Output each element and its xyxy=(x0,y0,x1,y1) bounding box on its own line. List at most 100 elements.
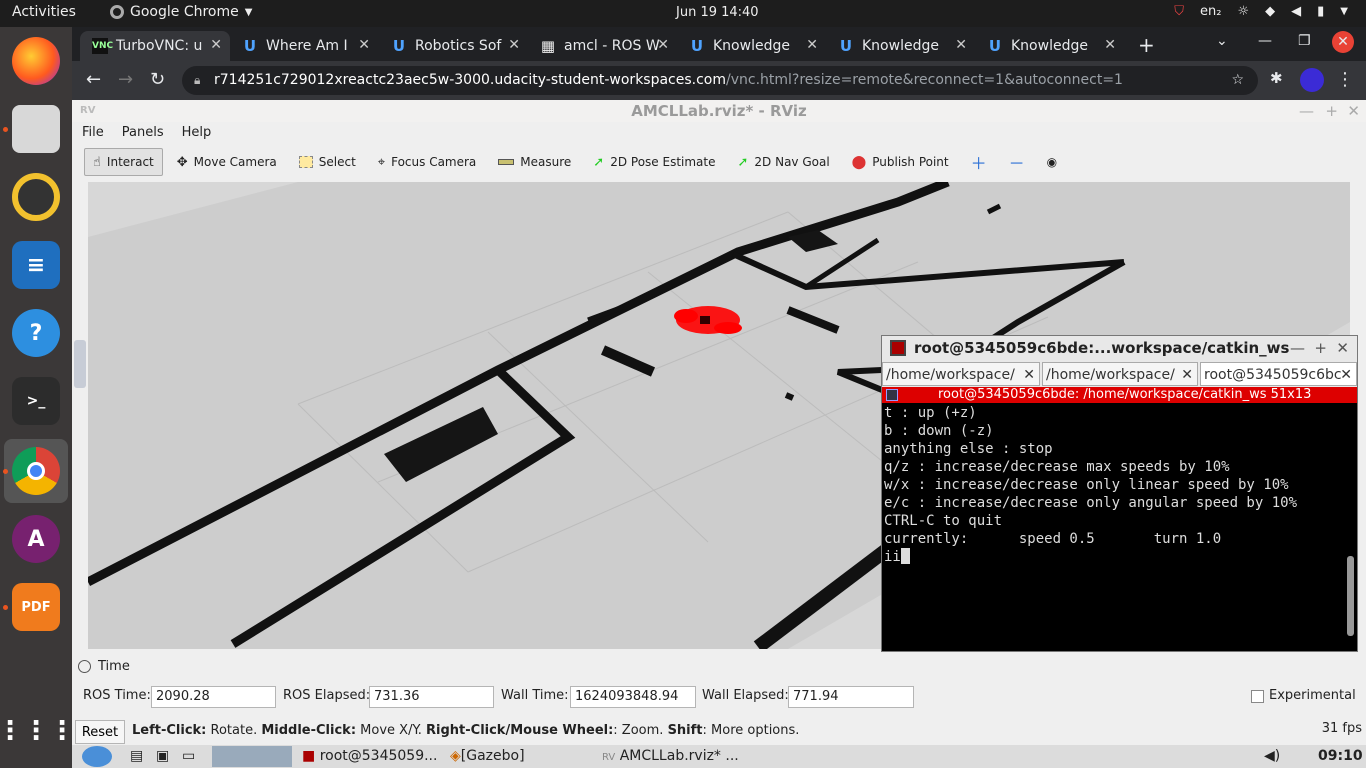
tab-search-icon[interactable]: ⌄ xyxy=(1216,33,1228,49)
terminal-line: w/x : increase/decrease only linear spee… xyxy=(884,477,1289,493)
more-menu-icon[interactable]: ⋮ xyxy=(1336,69,1354,90)
window-icon[interactable]: ▭ xyxy=(182,746,195,767)
experimental-checkbox[interactable] xyxy=(1251,690,1264,703)
workspace-switcher[interactable] xyxy=(212,746,292,767)
close-window-icon[interactable]: ✕ xyxy=(1332,31,1354,53)
back-icon[interactable]: ← xyxy=(86,69,101,90)
firefox-icon[interactable] xyxy=(12,37,60,85)
software-center-icon[interactable]: A xyxy=(12,515,60,563)
minimize-icon[interactable]: — xyxy=(1258,33,1272,49)
tool-select[interactable]: Select xyxy=(291,148,364,176)
files-icon[interactable] xyxy=(12,105,60,153)
rhythmbox-icon[interactable] xyxy=(12,173,60,221)
address-bar[interactable]: 🔒︎ r714251c729012xreactc23aec5w-3000.uda… xyxy=(182,66,1258,95)
tab-where-am-i[interactable]: U Where Am I ✕ xyxy=(230,31,378,61)
remove-tool-button[interactable]: － xyxy=(1001,148,1033,176)
bookmark-star-icon[interactable]: ☆ xyxy=(1231,66,1244,95)
maximize-icon[interactable]: + xyxy=(1314,336,1327,361)
reload-icon[interactable]: ↻ xyxy=(150,69,165,90)
udacity-icon: U xyxy=(392,37,406,55)
forward-icon[interactable]: → xyxy=(118,69,133,90)
chrome-icon[interactable] xyxy=(12,447,60,495)
tab-knowledge-2[interactable]: U Knowledge ✕ xyxy=(826,31,975,61)
tool-publish-point[interactable]: ⬤ Publish Point xyxy=(844,148,957,176)
add-tool-button[interactable]: ＋ xyxy=(963,148,995,176)
libreoffice-writer-icon[interactable]: ≡ xyxy=(12,241,60,289)
system-tray[interactable]: ⛉ en₂ ☼ ◆ ◀ ▮ ▼ xyxy=(1174,4,1348,19)
close-icon[interactable]: ✕ xyxy=(1023,363,1035,385)
close-icon[interactable]: ✕ xyxy=(955,37,967,53)
settings-icon[interactable]: ▣ xyxy=(156,746,169,767)
maximize-icon[interactable]: ❐ xyxy=(1298,33,1311,49)
close-icon[interactable]: ✕ xyxy=(1181,363,1193,385)
language-indicator[interactable]: en₂ xyxy=(1200,4,1221,19)
taskbar-gazebo[interactable]: ◈[Gazebo] xyxy=(450,746,525,767)
top-bar-clock[interactable]: Jun 19 14:40 xyxy=(676,5,759,20)
terminal-tab-active[interactable]: root@5345059c6bc ✕ xyxy=(1200,362,1357,386)
reset-button[interactable]: Reset xyxy=(75,720,125,744)
wall-elapsed-field[interactable]: 771.94 xyxy=(788,686,914,708)
show-applications-icon[interactable]: ⋮⋮⋮ xyxy=(0,707,75,755)
tool-focus-camera[interactable]: ⌖ Focus Camera xyxy=(370,148,485,176)
taskbar-terminal[interactable]: ■ root@5345059... xyxy=(302,746,437,767)
running-indicator xyxy=(3,469,8,474)
file-manager-icon[interactable]: ▤ xyxy=(130,746,143,767)
close-icon[interactable]: ✕ xyxy=(508,37,520,53)
taskbar-rviz[interactable]: RV AMCLLab.rviz* ... xyxy=(602,746,739,767)
app-menu[interactable]: Google Chrome ▼ xyxy=(110,4,252,20)
tool-2d-nav-goal[interactable]: ➚ 2D Nav Goal xyxy=(730,148,838,176)
close-icon[interactable]: ✕ xyxy=(210,37,222,53)
tab-robotics-software[interactable]: U Robotics Sof ✕ xyxy=(379,31,528,61)
wall-elapsed-label: Wall Elapsed: xyxy=(702,688,789,703)
rviz-title-bar[interactable]: RV AMCLLab.rviz* - RViz — + ✕ xyxy=(72,100,1366,122)
terminal-scrollbar[interactable] xyxy=(1347,556,1354,636)
activities-button[interactable]: Activities xyxy=(12,4,76,20)
menu-panels[interactable]: Panels xyxy=(122,122,164,144)
new-tab-button[interactable]: + xyxy=(1138,33,1155,57)
tab-turbovnc[interactable]: VNC TurboVNC: u ✕ xyxy=(80,31,230,61)
plus-icon: ＋ xyxy=(970,154,987,173)
terminal-tab[interactable]: /home/workspace/ ✕ xyxy=(882,362,1040,386)
close-icon[interactable]: ✕ xyxy=(1104,37,1116,53)
tab-knowledge-1[interactable]: U Knowledge ✕ xyxy=(677,31,826,61)
help-icon[interactable]: ? xyxy=(12,309,60,357)
close-icon[interactable]: ✕ xyxy=(657,37,669,53)
terminal-icon[interactable]: >_ xyxy=(12,377,60,425)
tool-label: Measure xyxy=(520,155,572,169)
profile-avatar[interactable] xyxy=(1300,68,1324,92)
menu-file[interactable]: File xyxy=(82,122,104,144)
close-icon[interactable]: ✕ xyxy=(1347,100,1360,122)
ros-time-field[interactable]: 2090.28 xyxy=(151,686,276,708)
close-icon[interactable]: ✕ xyxy=(806,37,818,53)
fps-counter: 31 fps xyxy=(1321,721,1362,736)
view-options-button[interactable]: ◉ xyxy=(1039,148,1065,176)
group-icon[interactable] xyxy=(886,389,898,401)
tool-measure[interactable]: Measure xyxy=(490,148,579,176)
close-icon[interactable]: ✕ xyxy=(1336,336,1349,361)
terminal-output[interactable]: t : up (+z) b : down (-z) anything else : … xyxy=(882,403,1357,567)
extensions-icon[interactable]: ✱ xyxy=(1270,69,1283,87)
ruler-icon xyxy=(498,159,515,165)
minimize-icon[interactable]: — xyxy=(1290,336,1305,361)
tool-2d-pose-estimate[interactable]: ➚ 2D Pose Estimate xyxy=(585,148,723,176)
taskbar-label: [Gazebo] xyxy=(460,748,525,764)
tool-move-camera[interactable]: ✥ Move Camera xyxy=(169,148,285,176)
terminal-title-bar[interactable]: root@5345059c6bde:...workspace/catkin_ws… xyxy=(882,336,1357,361)
minimize-icon[interactable]: — xyxy=(1299,100,1314,122)
close-icon[interactable]: ✕ xyxy=(358,37,370,53)
terminal-tab[interactable]: /home/workspace/ ✕ xyxy=(1042,362,1198,386)
start-menu-icon[interactable] xyxy=(82,746,112,767)
close-icon[interactable]: ✕ xyxy=(1340,363,1352,385)
tab-knowledge-3[interactable]: U Knowledge ✕ xyxy=(975,31,1124,61)
app-menu-label: Google Chrome xyxy=(130,4,239,20)
left-panel-collapse-handle[interactable] xyxy=(74,340,86,388)
pdf-editor-icon[interactable]: PDF xyxy=(12,583,60,631)
volume-icon[interactable]: ◀) xyxy=(1264,746,1280,767)
tab-amcl-ros-wiki[interactable]: ▦ amcl - ROS W ✕ xyxy=(528,31,677,61)
ros-elapsed-field[interactable]: 731.36 xyxy=(369,686,494,708)
maximize-icon[interactable]: + xyxy=(1325,100,1338,122)
tool-interact[interactable]: ☝ Interact xyxy=(84,148,163,176)
wall-time-field[interactable]: 1624093848.94 xyxy=(570,686,696,708)
taskbar-clock: 09:10 xyxy=(1318,748,1363,764)
menu-help[interactable]: Help xyxy=(182,122,212,144)
